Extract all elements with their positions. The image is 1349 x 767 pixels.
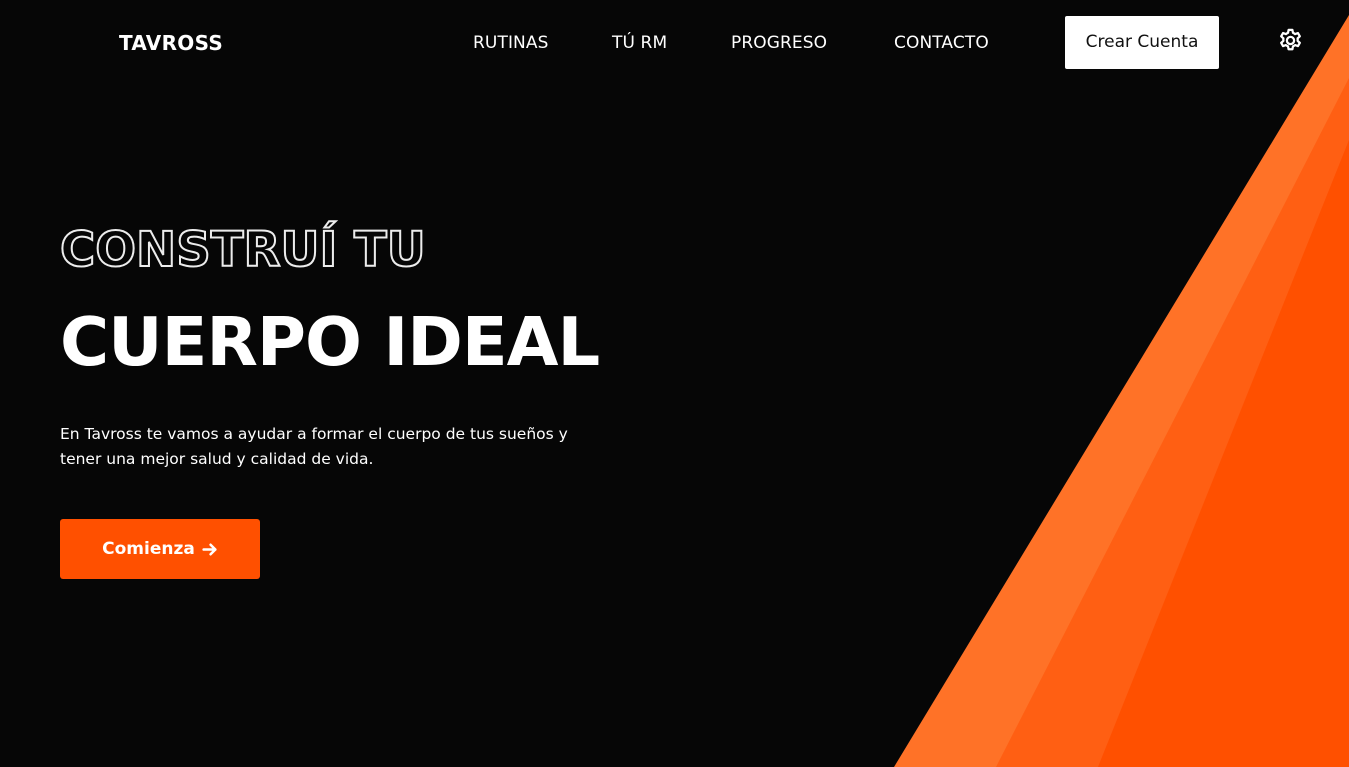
hero-section: CONSTRUÍ TU CUERPO IDEAL En Tavross te v… xyxy=(59,0,760,767)
start-button[interactable]: Comienza xyxy=(60,519,260,579)
arrow-right-icon xyxy=(202,542,217,556)
start-button-label: Comienza xyxy=(102,539,195,559)
hero-description: En Tavross te vamos a ayudar a formar el… xyxy=(60,425,568,468)
create-account-button[interactable]: Crear Cuenta xyxy=(1065,16,1219,69)
nav-link-contacto[interactable]: CONTACTO xyxy=(894,32,989,54)
hero-headline-outline: CONSTRUÍ TU xyxy=(59,221,427,279)
settings-button[interactable] xyxy=(1277,27,1304,54)
gear-icon xyxy=(1280,28,1301,51)
hero-headline-solid: CUERPO IDEAL xyxy=(60,303,600,381)
